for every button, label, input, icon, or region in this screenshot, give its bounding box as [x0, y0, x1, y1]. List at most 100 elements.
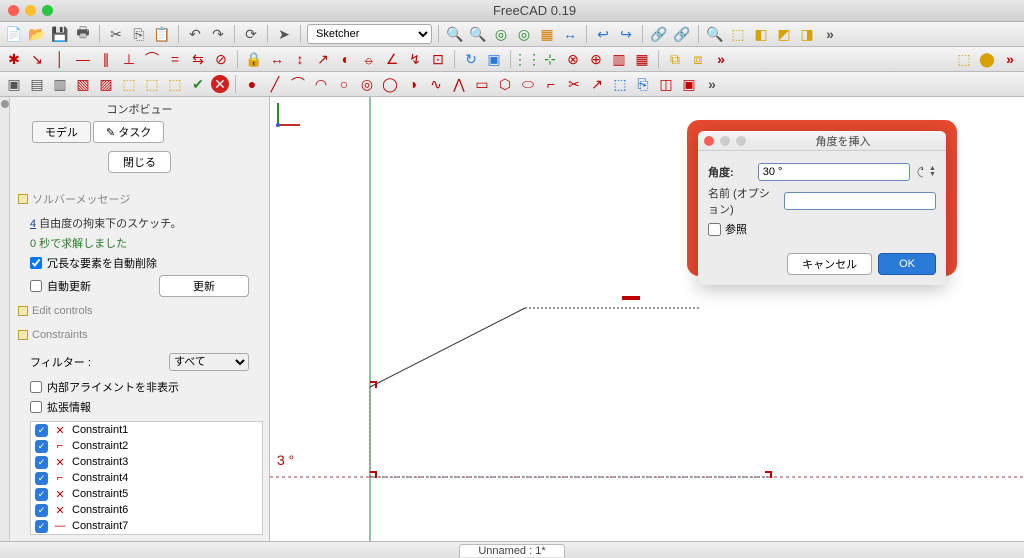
equal-icon[interactable]: =: [165, 49, 185, 69]
close-button[interactable]: 閉じる: [108, 151, 171, 173]
perpendicular-icon[interactable]: ⊥: [119, 49, 139, 69]
bbox-icon[interactable]: ▦: [537, 24, 557, 44]
angle-icon[interactable]: ∠: [382, 49, 402, 69]
associated-geo-icon[interactable]: ⊹: [540, 49, 560, 69]
lock-icon[interactable]: 🔒: [244, 49, 264, 69]
window-close-icon[interactable]: [8, 5, 19, 16]
snell-icon[interactable]: ↯: [405, 49, 425, 69]
draw-style-icon[interactable]: ◎: [514, 24, 534, 44]
constraint-item[interactable]: ✓⌐Constraint2: [31, 438, 262, 454]
edit-controls-section[interactable]: Edit controls: [16, 299, 263, 323]
save-file-icon[interactable]: 💾: [50, 24, 70, 44]
constraints-section[interactable]: Constraints: [16, 323, 263, 347]
angle-picker-icon[interactable]: [916, 165, 923, 179]
select-dof-icon[interactable]: ⋮⋮: [517, 49, 537, 69]
zoom-icon[interactable]: 🔍: [705, 24, 725, 44]
toggle-constr-icon[interactable]: ▣: [679, 74, 699, 94]
bspline-tool-icon[interactable]: ∿: [426, 74, 446, 94]
sketch-reorient-icon[interactable]: ▨: [96, 74, 116, 94]
update-button[interactable]: 更新: [159, 275, 249, 297]
point-on-icon[interactable]: ↘: [27, 49, 47, 69]
trim-tool-icon[interactable]: ✂: [564, 74, 584, 94]
constraint-checkbox[interactable]: ✓: [35, 472, 48, 485]
constraint-item[interactable]: ✓✕Constraint6: [31, 502, 262, 518]
part-cyl-icon[interactable]: ⬤: [977, 49, 997, 69]
rectangle-tool-icon[interactable]: ▭: [472, 74, 492, 94]
distance-icon[interactable]: ↗: [313, 49, 333, 69]
construction-icon[interactable]: ◫: [656, 74, 676, 94]
ok-button[interactable]: OK: [878, 253, 936, 275]
parallel-icon[interactable]: ∥: [96, 49, 116, 69]
mirror-sketch-icon[interactable]: ⧉: [665, 49, 685, 69]
stop-icon[interactable]: ✕: [211, 75, 229, 93]
dist-v-icon[interactable]: ↕: [290, 49, 310, 69]
zoom-in-icon[interactable]: 🔍: [468, 24, 488, 44]
auto-remove-checkbox[interactable]: [30, 257, 42, 269]
solver-section[interactable]: ソルバーメッセージ: [16, 185, 263, 213]
point-tool-icon[interactable]: ●: [242, 74, 262, 94]
constraint-item[interactable]: ✓✕Constraint3: [31, 454, 262, 470]
horizontal-icon[interactable]: —: [73, 49, 93, 69]
carbon-copy-icon[interactable]: ⎘: [633, 74, 653, 94]
cube-right-icon[interactable]: ◨: [797, 24, 817, 44]
cube-iso-icon[interactable]: ⬚: [728, 24, 748, 44]
nav-back-icon[interactable]: ↩: [593, 24, 613, 44]
show-all-icon[interactable]: ▥: [609, 49, 629, 69]
toolbar-more-icon[interactable]: »: [820, 24, 840, 44]
toolbar-more-icon[interactable]: »: [702, 74, 722, 94]
merge-sketch-icon[interactable]: ⧈: [688, 49, 708, 69]
name-input[interactable]: [784, 192, 936, 210]
accept-icon[interactable]: ✔: [188, 74, 208, 94]
tab-task[interactable]: ✎ タスク: [93, 121, 164, 143]
cube-top-icon[interactable]: ◩: [774, 24, 794, 44]
chain-icon[interactable]: 🔗: [672, 24, 692, 44]
cancel-button[interactable]: キャンセル: [787, 253, 872, 275]
internal-align-icon[interactable]: ⊡: [428, 49, 448, 69]
toolbar-more-icon[interactable]: »: [1000, 49, 1020, 69]
sketch-edit-icon[interactable]: ▤: [27, 74, 47, 94]
paste-icon[interactable]: 📋: [152, 24, 172, 44]
toggle-driving-icon[interactable]: ↻: [461, 49, 481, 69]
constraint-checkbox[interactable]: ✓: [35, 520, 48, 533]
link-icon[interactable]: 🔗: [649, 24, 669, 44]
panel-grip[interactable]: [0, 97, 10, 541]
view-iso-icon[interactable]: ◎: [491, 24, 511, 44]
reference-checkbox[interactable]: [708, 223, 721, 236]
sketch-merge-icon[interactable]: ⬚: [142, 74, 162, 94]
hide-internal-checkbox[interactable]: [30, 381, 42, 393]
sketch-map-icon[interactable]: ▧: [73, 74, 93, 94]
constraint-checkbox[interactable]: ✓: [35, 424, 48, 437]
zoom-fit-icon[interactable]: 🔍: [445, 24, 465, 44]
redundant-icon[interactable]: ⊕: [586, 49, 606, 69]
workbench-selector[interactable]: Sketcher: [307, 24, 432, 44]
nav-fwd-icon[interactable]: ↪: [616, 24, 636, 44]
angle-input[interactable]: [758, 163, 910, 181]
external-geo-icon[interactable]: ⬚: [610, 74, 630, 94]
symmetric-icon[interactable]: ⇆: [188, 49, 208, 69]
cube-front-icon[interactable]: ◧: [751, 24, 771, 44]
undo-icon[interactable]: ↶: [185, 24, 205, 44]
copy-icon[interactable]: ⎘: [129, 24, 149, 44]
tab-model[interactable]: モデル: [32, 121, 91, 143]
sketch-validate-icon[interactable]: ⬚: [119, 74, 139, 94]
conic-tool-icon[interactable]: ◑: [403, 74, 423, 94]
diameter-icon[interactable]: ⦵: [359, 49, 379, 69]
hide-all-icon[interactable]: ▦: [632, 49, 652, 69]
activate-icon[interactable]: ▣: [484, 49, 504, 69]
extend-tool-icon[interactable]: ↗: [587, 74, 607, 94]
polyline-tool-icon[interactable]: ⋀: [449, 74, 469, 94]
filter-select[interactable]: すべて: [169, 353, 249, 371]
vertical-icon[interactable]: │: [50, 49, 70, 69]
pointer-icon[interactable]: ➤: [274, 24, 294, 44]
ellipse-tool-icon[interactable]: ◯: [380, 74, 400, 94]
tangent-icon[interactable]: ⌒: [142, 49, 162, 69]
sketch-mirror-icon[interactable]: ⬚: [165, 74, 185, 94]
window-maximize-icon[interactable]: [42, 5, 53, 16]
slot-tool-icon[interactable]: ⬭: [518, 74, 538, 94]
document-tab[interactable]: Unnamed : 1*: [459, 544, 564, 557]
constraint-checkbox[interactable]: ✓: [35, 440, 48, 453]
coincident-icon[interactable]: ✱: [4, 49, 24, 69]
constraint-item[interactable]: ✓✕Constraint5: [31, 486, 262, 502]
polygon-tool-icon[interactable]: ⬡: [495, 74, 515, 94]
conflict-icon[interactable]: ⊗: [563, 49, 583, 69]
